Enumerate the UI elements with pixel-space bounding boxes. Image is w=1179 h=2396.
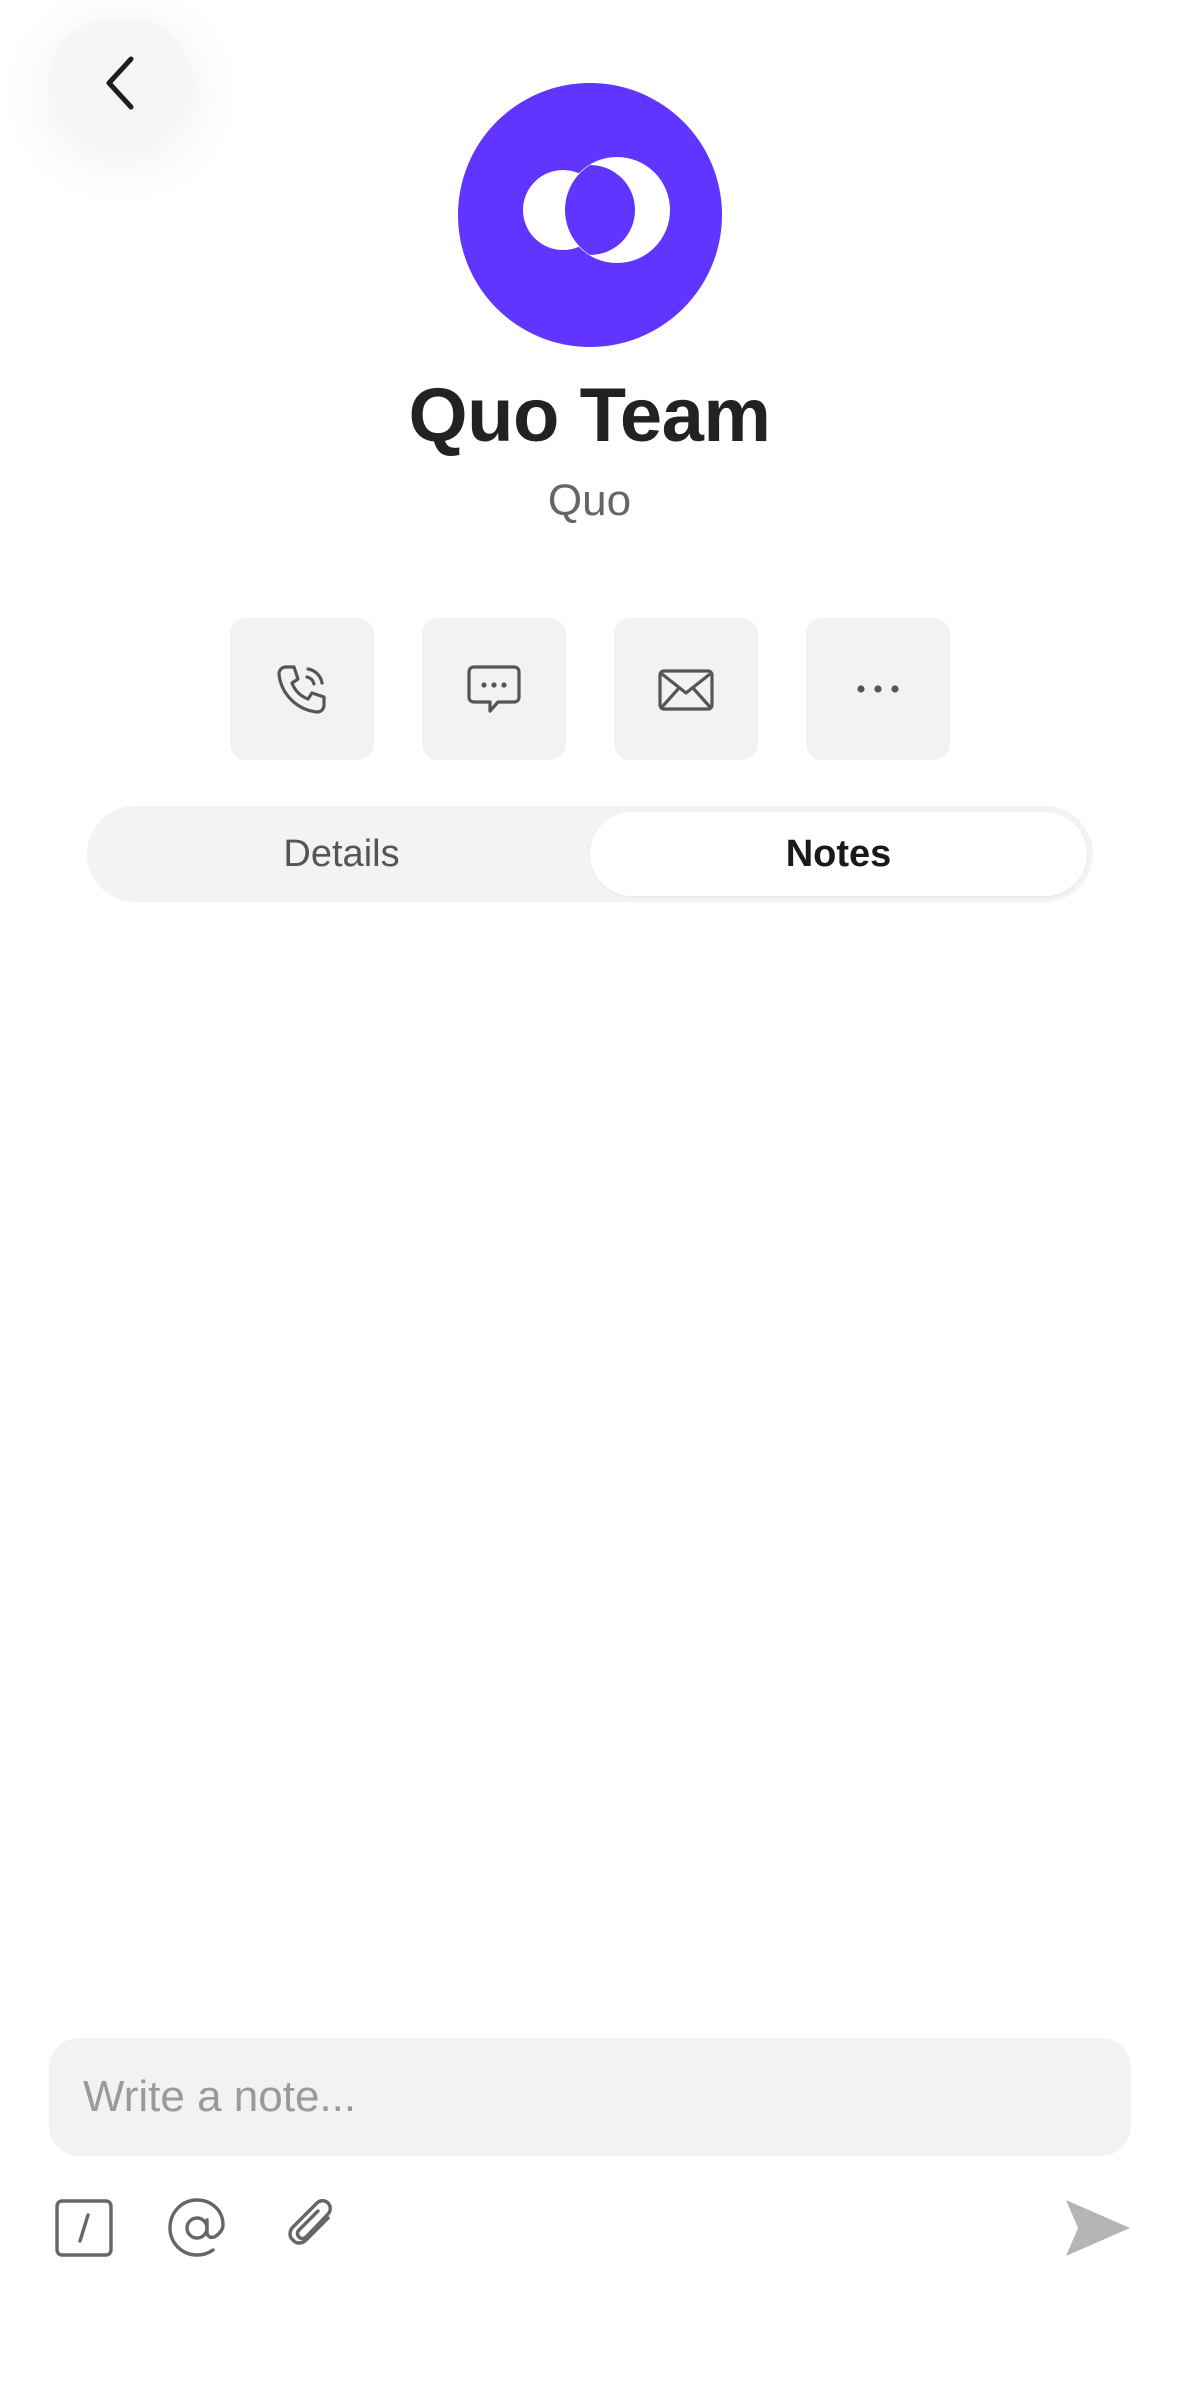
contact-name: Quo Team [408,373,771,458]
mention-icon [168,2198,225,2257]
mail-icon [658,669,714,711]
attachment-icon [288,2199,332,2245]
slash-command-button[interactable] [52,2196,116,2260]
more-icon [857,685,899,693]
send-button[interactable] [1062,2196,1132,2260]
avatar [458,83,722,347]
more-button[interactable] [806,618,950,760]
tab-switcher: Details Notes [87,806,1093,902]
mention-button[interactable] [165,2196,229,2260]
tab-details[interactable]: Details [93,812,590,896]
chevron-left-icon [106,56,134,110]
contact-actions [230,618,950,760]
send-icon [1066,2200,1130,2256]
note-input[interactable] [49,2038,1131,2156]
contact-company: Quo [547,476,632,525]
email-button[interactable] [614,618,758,760]
call-button[interactable] [230,618,374,760]
attach-button[interactable] [280,2196,344,2260]
slash-command-icon [55,2199,113,2257]
tab-notes[interactable]: Notes [590,812,1087,896]
message-icon [467,665,521,713]
message-button[interactable] [422,618,566,760]
phone-icon [277,665,326,714]
back-button[interactable] [49,18,193,148]
quo-logo-icon [523,157,670,263]
